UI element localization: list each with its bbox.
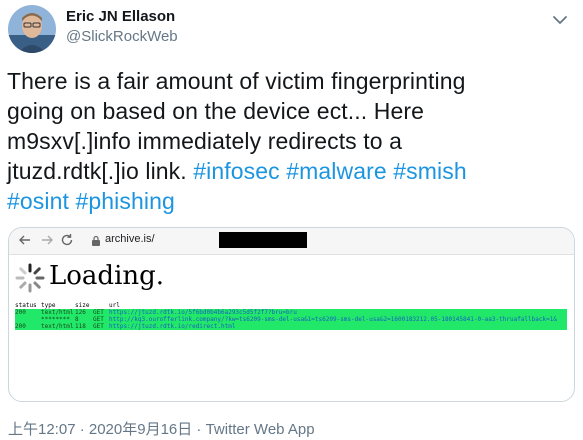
log-row: 200 text/html118 GET https://jtuzd.rdtk.io/… (15, 323, 567, 330)
log-header-type: type (41, 302, 56, 309)
forward-arrow-icon (39, 232, 55, 248)
tweet-line: m9sxv[.]info immediately redirects to a (7, 128, 403, 154)
log-type: text/html (41, 323, 74, 330)
tweet-line-text: jtuzd.rdtk[.]io link. (7, 158, 194, 184)
tweet-line: jtuzd.rdtk[.]io link. #infosec #malware … (7, 156, 572, 186)
hashtag-phishing[interactable]: #phishing (75, 188, 174, 214)
author-name[interactable]: Eric JN Ellason (66, 8, 175, 25)
hashtag-smish[interactable]: #smish (393, 158, 466, 184)
lock-icon (91, 234, 101, 246)
log-type: text/html (41, 309, 74, 316)
log-size: 118 (75, 323, 86, 330)
author-handle[interactable]: @SlickRockWeb (66, 28, 178, 45)
hashtag-osint[interactable]: #osint (7, 188, 69, 214)
tweet-timestamp[interactable]: 上午12:07 · 2020年9月16日 · Twitter Web App (8, 418, 315, 439)
tweet-media-image[interactable]: archive.is/ Loading. status type size ur… (8, 227, 575, 402)
log-url: https://jtuzd.rdtk.io/5f6bd0b4b6a293c5d5… (109, 309, 297, 316)
author-avatar[interactable] (8, 5, 56, 53)
log-status: 200 (15, 309, 26, 316)
reload-icon (59, 232, 75, 248)
back-arrow-icon (17, 232, 33, 248)
address-bar-url: archive.is/ (105, 233, 155, 245)
hashtag-malware[interactable]: #malware (286, 158, 387, 184)
hashtag-infosec[interactable]: #infosec (193, 158, 279, 184)
browser-toolbar: archive.is/ (9, 228, 574, 255)
log-url: http://kq3.ourofferlink.company/?kw=ts62… (109, 316, 557, 323)
network-log-header: status type size url (15, 302, 567, 309)
tweet-line: #osint #phishing (7, 186, 572, 216)
tweet-text: There is a fair amount of victim fingerp… (7, 66, 572, 216)
log-method: GET (93, 316, 104, 323)
log-size: 8 (75, 316, 79, 323)
log-row: ******** 8 GET http://kq3.ourofferlink.comp… (15, 316, 567, 323)
network-log: status type size url 200 text/html126 GET http… (15, 302, 567, 330)
log-size: 126 (75, 309, 86, 316)
tweet-line: There is a fair amount of victim fingerp… (7, 68, 466, 94)
address-bar: archive.is/ (79, 231, 329, 249)
log-header-status: status (15, 302, 37, 309)
log-type: ******** (41, 316, 70, 323)
log-header-size: size (75, 302, 90, 309)
log-row: 200 text/html126 GET https://jtuzd.rdtk.io/… (15, 309, 567, 316)
log-method: GET (93, 323, 104, 330)
more-options-chevron-icon[interactable] (548, 8, 572, 32)
log-method: GET (93, 309, 104, 316)
spinner-icon (15, 263, 45, 293)
log-header-url: url (109, 302, 120, 309)
log-url: https://jtuzd.rdtk.io/redirect.html (109, 323, 236, 330)
loading-text: Loading. (49, 261, 165, 291)
redaction-bar (219, 232, 307, 248)
tweet-line: going on based on the device ect... Here (7, 98, 425, 124)
log-status: 200 (15, 323, 26, 330)
